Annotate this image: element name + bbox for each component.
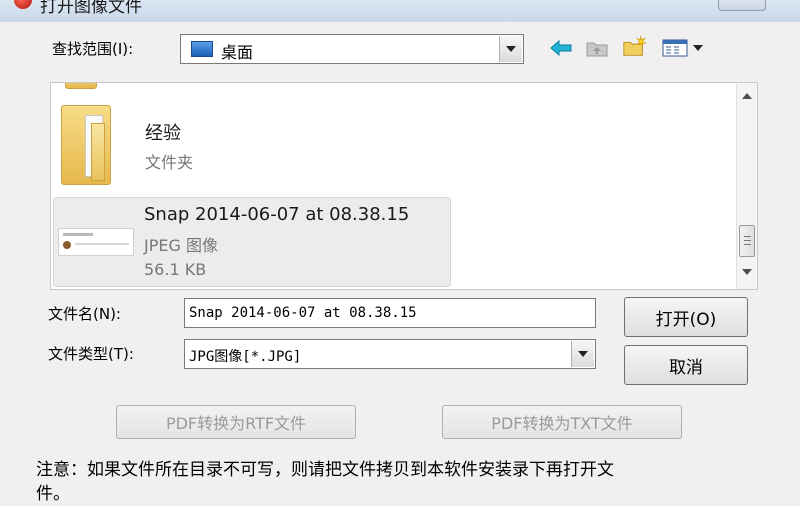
chevron-down-icon[interactable]: [571, 341, 594, 367]
image-thumbnail-icon: [58, 228, 134, 256]
file-type: JPEG 图像: [144, 236, 218, 255]
pdf-to-rtf-button[interactable]: PDF转换为RTF文件: [116, 405, 356, 439]
file-name: Snap 2014-06-07 at 08.38.15: [144, 204, 410, 225]
filetype-dropdown[interactable]: JPG图像[*.JPG]: [184, 339, 596, 369]
filename-value: Snap 2014-06-07 at 08.38.15: [189, 305, 417, 321]
file-list[interactable]: 经验 文件夹 Snap 2014-06-07 at 08.38.15 JPEG …: [50, 82, 758, 290]
list-item[interactable]: 经验 文件夹: [53, 103, 451, 189]
file-name: 经验: [145, 123, 181, 144]
lookin-value: 桌面: [221, 43, 254, 62]
file-type: 文件夹: [145, 153, 194, 172]
lookin-dropdown[interactable]: 桌面: [180, 34, 524, 64]
folder-icon: [65, 83, 97, 89]
filename-input[interactable]: Snap 2014-06-07 at 08.38.15: [184, 298, 596, 328]
lookin-label: 查找范围(I):: [52, 40, 134, 58]
vertical-scrollbar[interactable]: [736, 83, 757, 289]
scroll-up-icon[interactable]: [742, 93, 752, 99]
scroll-thumb[interactable]: [739, 225, 755, 257]
filetype-label: 文件类型(T):: [48, 345, 134, 363]
back-arrow-icon[interactable]: [548, 36, 574, 60]
filetype-value: JPG图像[*.JPG]: [189, 349, 302, 365]
folder-icon: [61, 105, 111, 185]
new-folder-icon[interactable]: [622, 34, 648, 58]
chevron-down-icon[interactable]: [499, 36, 522, 62]
view-menu-icon[interactable]: [660, 36, 710, 60]
close-button[interactable]: [718, 0, 766, 11]
pdf-to-txt-button[interactable]: PDF转换为TXT文件: [442, 405, 682, 439]
open-button[interactable]: 打开(O): [624, 297, 748, 337]
up-folder-icon[interactable]: [584, 36, 610, 60]
list-item[interactable]: Snap 2014-06-07 at 08.38.15 JPEG 图像 56.1…: [53, 197, 451, 287]
scroll-down-icon[interactable]: [742, 269, 752, 275]
note-text: 注意：如果文件所在目录不可写，则请把文件拷贝到本软件安装录下再打开文件。: [36, 460, 614, 504]
window-title: 打开图像文件: [40, 0, 142, 17]
cancel-button[interactable]: 取消: [624, 345, 748, 385]
file-size: 56.1 KB: [144, 260, 207, 279]
desktop-icon: [191, 41, 213, 57]
filename-label: 文件名(N):: [48, 305, 121, 323]
